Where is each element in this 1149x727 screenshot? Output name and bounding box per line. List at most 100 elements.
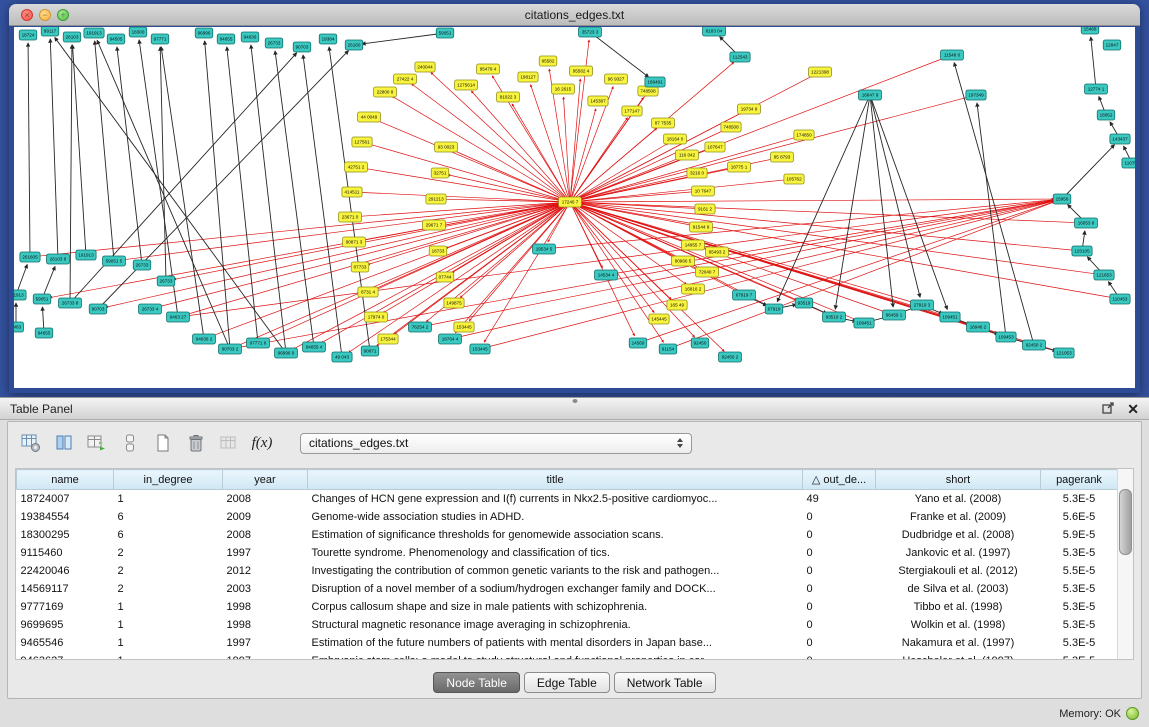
network-node[interactable]: 14955 7 bbox=[682, 240, 705, 250]
network-node[interactable]: 9463 bbox=[14, 322, 24, 332]
network-node[interactable]: 90703 2 bbox=[219, 344, 242, 354]
network-node[interactable]: 16946 2 bbox=[967, 322, 990, 332]
network-edge[interactable] bbox=[161, 47, 204, 339]
network-edge[interactable] bbox=[455, 202, 570, 333]
network-node[interactable]: 143437 bbox=[1110, 134, 1130, 144]
network-node[interactable]: 3216 0 bbox=[687, 168, 707, 178]
table-cell[interactable]: 2 bbox=[114, 580, 223, 598]
table-row[interactable]: 1872400712008Changes of HCN gene express… bbox=[17, 490, 1118, 509]
table-cell[interactable]: Stergiakouli et al. (2012) bbox=[876, 562, 1041, 580]
scrollbar-thumb[interactable] bbox=[1119, 489, 1132, 555]
network-edge[interactable] bbox=[211, 202, 570, 336]
table-cell[interactable]: 5.5E-5 bbox=[1041, 562, 1118, 580]
network-node[interactable]: 96 9327 bbox=[605, 74, 628, 84]
network-node[interactable]: 145387 bbox=[588, 96, 608, 106]
table-cell[interactable]: 1998 bbox=[223, 598, 308, 616]
network-node[interactable]: 44 0049 bbox=[358, 112, 381, 122]
network-node[interactable]: 72040 7 bbox=[696, 267, 719, 277]
column-settings-icon[interactable] bbox=[18, 430, 44, 456]
network-node[interactable]: 19534 5 bbox=[533, 244, 556, 254]
network-edge[interactable] bbox=[73, 45, 86, 255]
table-cell[interactable]: 9465546 bbox=[17, 634, 114, 652]
table-cell[interactable]: 2 bbox=[114, 544, 223, 562]
network-node[interactable]: 16816 2 bbox=[682, 284, 705, 294]
network-edge[interactable] bbox=[590, 32, 649, 77]
network-node[interactable]: 1221398 bbox=[809, 67, 832, 77]
network-node[interactable]: 94655 bbox=[217, 34, 235, 44]
network-edge[interactable] bbox=[570, 202, 827, 314]
network-node[interactable]: 91154 bbox=[659, 344, 677, 354]
network-node[interactable]: 18764 4 bbox=[439, 334, 462, 344]
network-edge[interactable] bbox=[50, 39, 58, 259]
network-node[interactable]: 23671 0 bbox=[339, 212, 362, 222]
table-cell[interactable]: 5.6E-5 bbox=[1041, 508, 1118, 526]
network-node[interactable]: 153445 bbox=[454, 322, 474, 332]
network-edge[interactable] bbox=[1062, 145, 1114, 199]
network-node[interactable]: 112543 bbox=[730, 52, 750, 62]
network-node[interactable]: 127561 bbox=[352, 137, 372, 147]
network-edge[interactable] bbox=[227, 47, 258, 343]
network-node[interactable]: 26733 8 bbox=[59, 298, 82, 308]
network-node[interactable]: 109451 bbox=[940, 312, 960, 322]
network-node[interactable]: 26733 4 bbox=[139, 304, 162, 314]
network-node[interactable]: 121053 bbox=[1054, 348, 1074, 358]
close-window-button[interactable]: × bbox=[21, 9, 33, 21]
network-node[interactable]: 90871 3 bbox=[343, 237, 366, 247]
network-node[interactable]: 67919 bbox=[765, 304, 783, 314]
network-node[interactable]: 76254 2 bbox=[409, 322, 432, 332]
network-edge[interactable] bbox=[117, 47, 142, 265]
table-cell[interactable]: 1997 bbox=[223, 652, 308, 660]
network-canvas[interactable]: 17240 722800 827422 424004444 0049127561… bbox=[14, 27, 1135, 388]
close-panel-icon[interactable]: ✕ bbox=[1127, 402, 1139, 416]
network-node[interactable]: 198127 bbox=[518, 72, 538, 82]
table-cell[interactable]: 0 bbox=[803, 580, 876, 598]
table-cell[interactable]: 0 bbox=[803, 508, 876, 526]
table-cell[interactable]: Genome-wide association studies in ADHD. bbox=[308, 508, 803, 526]
table-cell[interactable]: 2 bbox=[114, 562, 223, 580]
network-edge[interactable] bbox=[160, 47, 166, 281]
network-edge[interactable] bbox=[50, 202, 570, 298]
network-node[interactable]: 95582 4 bbox=[570, 66, 593, 76]
network-edge[interactable] bbox=[362, 33, 445, 44]
table-cell[interactable]: Nakamura et al. (1997) bbox=[876, 634, 1041, 652]
network-edge[interactable] bbox=[420, 201, 1054, 327]
table-cell[interactable]: 5.3E-5 bbox=[1041, 634, 1118, 652]
network-node[interactable]: 15958 bbox=[1053, 194, 1071, 204]
table-cell[interactable]: 18300295 bbox=[17, 526, 114, 544]
network-node[interactable]: 95479 4 bbox=[477, 64, 500, 74]
table-cell[interactable]: 0 bbox=[803, 526, 876, 544]
network-edge[interactable] bbox=[835, 95, 870, 309]
table-cell[interactable]: 9115460 bbox=[17, 544, 114, 562]
network-node[interactable]: 14569 bbox=[629, 338, 647, 348]
table-cell[interactable]: Embryonic stem cells: a model to study s… bbox=[308, 652, 803, 660]
network-node[interactable]: 91544 9 bbox=[690, 222, 713, 232]
table-cell[interactable]: 5.3E-5 bbox=[1041, 544, 1118, 562]
table-cell[interactable]: Tibbo et al. (1998) bbox=[876, 598, 1041, 616]
table-cell[interactable]: 9463627 bbox=[17, 652, 114, 660]
network-edge[interactable] bbox=[28, 43, 30, 257]
vertical-scrollbar[interactable] bbox=[1117, 469, 1133, 659]
table-cell[interactable]: 0 bbox=[803, 544, 876, 562]
tab-network-table[interactable]: Network Table bbox=[614, 672, 716, 693]
table-row[interactable]: 946554611997Estimation of the future num… bbox=[17, 634, 1118, 652]
network-node[interactable]: 116 042 bbox=[676, 150, 699, 160]
network-node[interactable]: 99117 bbox=[41, 27, 59, 36]
network-node[interactable]: 240044 bbox=[415, 62, 435, 72]
network-edge[interactable] bbox=[444, 199, 570, 202]
table-cell[interactable]: 9699695 bbox=[17, 616, 114, 634]
network-node[interactable]: 96996 bbox=[195, 28, 213, 38]
network-node[interactable]: 26103 8 bbox=[47, 254, 70, 264]
table-cell[interactable]: 5.3E-5 bbox=[1041, 652, 1118, 660]
network-edge[interactable] bbox=[38, 202, 570, 256]
network-edge[interactable] bbox=[97, 40, 230, 349]
network-node[interactable]: 414511 bbox=[342, 187, 362, 197]
network-node[interactable]: 94636 2 bbox=[193, 334, 216, 344]
network-node[interactable]: 19384 bbox=[319, 34, 337, 44]
table-cell[interactable]: 9777169 bbox=[17, 598, 114, 616]
network-node[interactable]: 95582 bbox=[539, 56, 557, 66]
table-cell[interactable]: 0 bbox=[803, 652, 876, 660]
column-header[interactable]: year bbox=[223, 470, 308, 490]
network-node[interactable]: 96459 1 bbox=[883, 310, 906, 320]
window-titlebar[interactable]: × − + citations_edges.txt bbox=[9, 4, 1140, 26]
column-header[interactable]: pagerank bbox=[1041, 470, 1118, 490]
